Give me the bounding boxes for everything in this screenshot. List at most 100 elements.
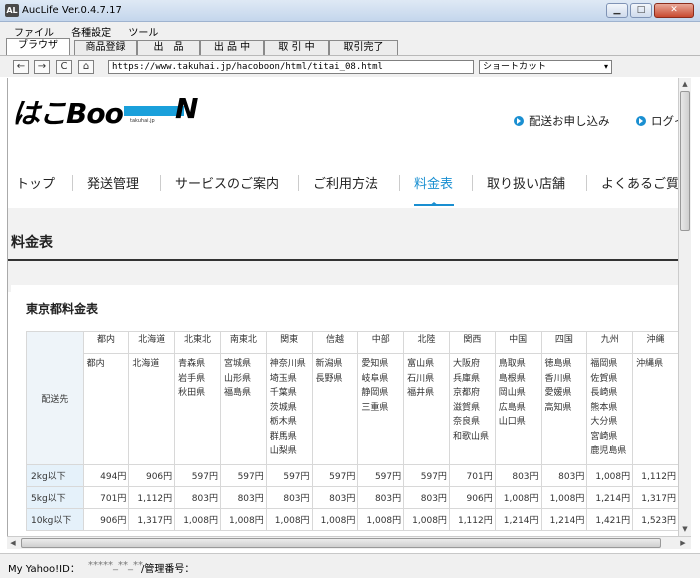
nav-shipping-management[interactable]: 発送管理 — [87, 173, 139, 192]
prefecture-name: 岡山県 — [498, 388, 526, 398]
prefecture-name: 福島県 — [223, 388, 251, 398]
url-input[interactable]: https://www.takuhai.jp/hacoboon/html/tit… — [108, 60, 474, 74]
scroll-left-icon[interactable]: ◀ — [7, 537, 19, 549]
price-cell: 1,008円 — [357, 508, 405, 531]
prefecture-name: 滋賀県 — [452, 402, 480, 413]
prefecture-name: 京都府 — [452, 388, 480, 398]
menu-settings[interactable]: 各種設定 — [71, 22, 111, 39]
prefecture-name: 千葉県 — [269, 388, 297, 398]
price-cell: 701円 — [82, 486, 130, 509]
region-header: 都内 — [82, 331, 130, 354]
price-cell: 597円 — [357, 464, 405, 487]
horizontal-scroll-thumb[interactable] — [21, 538, 661, 548]
prefecture-name: 都内 — [86, 359, 105, 369]
weight-label: 2kg以下 — [26, 464, 84, 487]
prefecture-name: 熊本県 — [590, 402, 618, 413]
shortcut-label: ショートカット — [483, 62, 547, 72]
forward-icon[interactable]: → — [34, 60, 50, 74]
price-cell: 803円 — [403, 486, 450, 509]
prefecture-cell: 愛知県 岐阜県 静岡県 三重県 — [357, 353, 405, 465]
chevron-down-icon: ▾ — [603, 62, 608, 71]
nav-how-to-use[interactable]: ご利用方法 — [313, 173, 378, 192]
price-cell: 1,008円 — [174, 508, 221, 531]
prefecture-name: 兵庫県 — [452, 373, 480, 384]
region-header: 北東北 — [174, 331, 221, 354]
nav-top[interactable]: トップ — [16, 173, 55, 192]
page-title: 料金表 — [11, 235, 53, 251]
price-cell: 1,421円 — [586, 508, 634, 531]
maximize-button[interactable]: □ — [630, 3, 652, 18]
prefecture-name: 広島県 — [498, 402, 526, 413]
price-cell: 597円 — [403, 464, 450, 487]
back-icon[interactable]: ← — [13, 60, 29, 74]
prefecture-name: 長野県 — [315, 373, 343, 384]
prefecture-name: 神奈川県 — [269, 359, 306, 369]
nav-divider — [160, 175, 161, 191]
region-header: 中国 — [494, 331, 542, 354]
nav-services[interactable]: サービスのご案内 — [175, 173, 279, 192]
scroll-up-icon[interactable]: ▲ — [679, 78, 691, 90]
tab-exhibiting[interactable]: 出 品 中 — [200, 40, 264, 55]
price-cell: 597円 — [311, 464, 359, 487]
close-button[interactable]: ✕ — [654, 3, 694, 18]
prefecture-name: 山梨県 — [269, 446, 297, 456]
prefecture-name: 新潟県 — [315, 359, 343, 369]
price-cell: 1,008円 — [586, 464, 634, 487]
prefecture-cell: 新潟県 長野県 — [311, 353, 359, 465]
arrow-circle-icon — [514, 116, 524, 126]
prefecture-name: 愛媛県 — [544, 388, 572, 398]
rate-table: 配送先 都内 北海道 北東北 南東北 関東 信越 中部 北陸 関西 中国 四国 九州 沖縄 都内 北海道 青森県… — [26, 331, 678, 531]
menu-tools[interactable]: ツール — [128, 22, 158, 39]
prefecture-name: 香川県 — [544, 373, 572, 384]
nav-stores[interactable]: 取り扱い店舗 — [487, 173, 565, 192]
prefecture-name: 高知県 — [544, 402, 572, 413]
horizontal-scrollbar[interactable]: ◀ ▶ — [7, 536, 691, 549]
vertical-scroll-thumb[interactable] — [680, 91, 690, 231]
prefecture-name: 宮城県 — [223, 359, 251, 369]
nav-faq[interactable]: よくあるご質問 — [601, 173, 678, 192]
reload-icon[interactable]: C — [56, 60, 72, 74]
minimize-button[interactable]: ▁ — [606, 3, 628, 18]
prefecture-name: 秋田県 — [178, 388, 206, 398]
table-row: 2kg以下 494円 906円 597円 597円 597円 597円 597円 597円 701… — [26, 464, 678, 487]
tab-browser[interactable]: ブラウザ — [6, 38, 70, 55]
prefecture-cell: 都内 — [82, 353, 130, 465]
active-nav-caret — [429, 202, 439, 206]
admin-number-label: /管理番号： — [141, 564, 195, 575]
window-title: AucLife Ver.0.4.7.17 — [22, 5, 122, 16]
tab-listing-register[interactable]: 商品登録 — [74, 40, 137, 55]
delivery-request-link[interactable]: 配送お申し込み — [514, 113, 610, 129]
scroll-down-icon[interactable]: ▼ — [679, 523, 691, 535]
prefecture-cell: 宮城県 山形県 福島県 — [219, 353, 267, 465]
prefecture-name: 岐阜県 — [361, 373, 389, 384]
prefecture-cell: 北海道 — [128, 353, 176, 465]
price-cell: 1,523円 — [632, 508, 678, 531]
prefecture-name: 山形県 — [223, 373, 251, 384]
prefecture-cell: 徳島県 香川県 愛媛県 高知県 — [540, 353, 588, 465]
shortcut-select[interactable]: ショートカット ▾ — [479, 60, 612, 74]
home-icon[interactable]: ⌂ — [78, 60, 94, 74]
price-cell: 494円 — [82, 464, 130, 487]
menu-file[interactable]: ファイル — [14, 22, 54, 39]
login-link[interactable]: ログイ — [636, 113, 678, 129]
logo-text: はこBoo — [12, 97, 124, 130]
delivery-request-label: 配送お申し込み — [529, 114, 610, 128]
prefecture-name: 奈良県 — [452, 417, 480, 427]
price-cell: 1,008円 — [219, 508, 267, 531]
yahoo-id-value: *****_**_** — [88, 560, 143, 571]
region-header: 関西 — [448, 331, 496, 354]
table-row: 10kg以下 906円 1,317円 1,008円 1,008円 1,008円 1,008円… — [26, 508, 678, 531]
logo-subtext: takuhai.jp — [130, 118, 155, 124]
vertical-scrollbar[interactable]: ▲ ▼ — [678, 78, 691, 536]
price-cell: 803円 — [311, 486, 359, 509]
tab-in-trade[interactable]: 取 引 中 — [264, 40, 329, 55]
prefecture-name: 和歌山県 — [452, 431, 489, 442]
prefecture-name: 岩手県 — [178, 373, 206, 384]
arrow-circle-icon — [636, 116, 646, 126]
nav-rates[interactable]: 料金表 — [414, 173, 453, 192]
tab-exhibit[interactable]: 出 品 — [137, 40, 200, 55]
tab-trade-complete[interactable]: 取引完了 — [329, 40, 398, 55]
region-header-row: 配送先 都内 北海道 北東北 南東北 関東 信越 中部 北陸 関西 中国 四国 九州 沖縄 — [26, 331, 678, 465]
scroll-right-icon[interactable]: ▶ — [677, 537, 689, 549]
price-cell: 906円 — [448, 486, 496, 509]
